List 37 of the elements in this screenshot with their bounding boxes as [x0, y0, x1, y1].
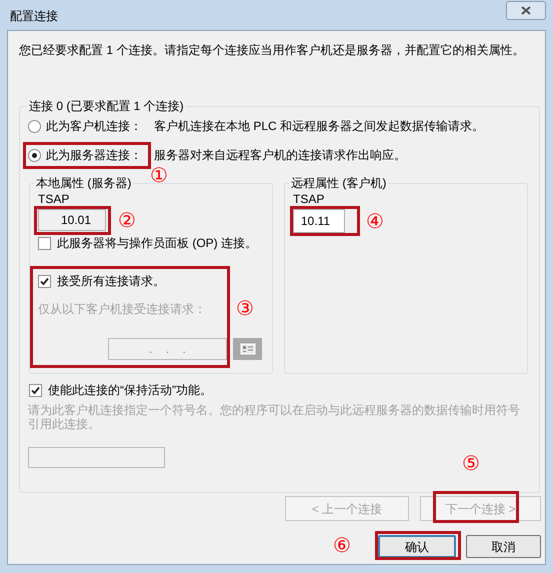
annotation-number: ⑤ [462, 451, 480, 475]
annotation-number: ② [118, 208, 136, 232]
tsap-label: TSAP [293, 192, 326, 206]
tsap-label: TSAP [38, 192, 70, 206]
hint-text: 请为此客户机连接指定一个符号名。您的程序可以在启动与此远程服务器的数据传输时用符号引用此连接。 [28, 403, 521, 431]
annotation-number: ① [150, 163, 168, 187]
group-title: 连接 0 (已要求配置 1 个连接) [28, 98, 185, 115]
annotation-number: ⑥ [333, 533, 351, 557]
dialog-button[interactable]: 确认 [378, 535, 456, 558]
radio-label: 此为客户机连接： [46, 118, 142, 135]
radio-button[interactable] [28, 148, 41, 162]
checkbox-label: 接受所有连接请求。 [57, 273, 165, 290]
window-title: 配置连接 [10, 8, 58, 25]
address-book-button[interactable] [233, 338, 262, 360]
symbol-name-field[interactable] [28, 447, 165, 468]
radio-button[interactable] [28, 120, 41, 132]
option-description: 服务器对来自远程客户机的连接请求作出响应。 [154, 147, 406, 164]
checkbox-label: 使能此连接的“保持活动”功能。 [48, 382, 212, 399]
annotation-box [290, 206, 360, 236]
checkbox-label: 此服务器将与操作员面板 (OP) 连接。 [57, 235, 257, 252]
close-icon [521, 6, 531, 15]
annotation-number: ③ [236, 296, 254, 320]
group-title: 本地属性 (服务器) [35, 175, 132, 192]
checkbox[interactable] [29, 384, 42, 396]
tsap-field[interactable]: 10.11 [293, 209, 345, 233]
group-title: 远程属性 (客户机) [290, 175, 388, 192]
intro-text: 您已经要求配置 1 个连接。请指定每个连接应当用作客户机还是服务器，并配置它的相关属性。 [19, 42, 526, 59]
option-description: 客户机连接在本地 PLC 和远程服务器之间发起数据传输请求。 [154, 118, 484, 135]
dialog-button[interactable]: 取消 [466, 535, 541, 558]
filter-label: 仅从以下客户机接受连接请求： [38, 301, 206, 318]
close-button[interactable] [506, 1, 546, 20]
address-book-icon [240, 343, 256, 355]
tsap-field[interactable]: 10.01 [38, 209, 106, 231]
annotation-number: ④ [366, 209, 384, 233]
checkbox[interactable] [38, 236, 51, 250]
checkbox[interactable] [38, 274, 51, 288]
radio-label: 此为服务器连接： [46, 147, 142, 164]
